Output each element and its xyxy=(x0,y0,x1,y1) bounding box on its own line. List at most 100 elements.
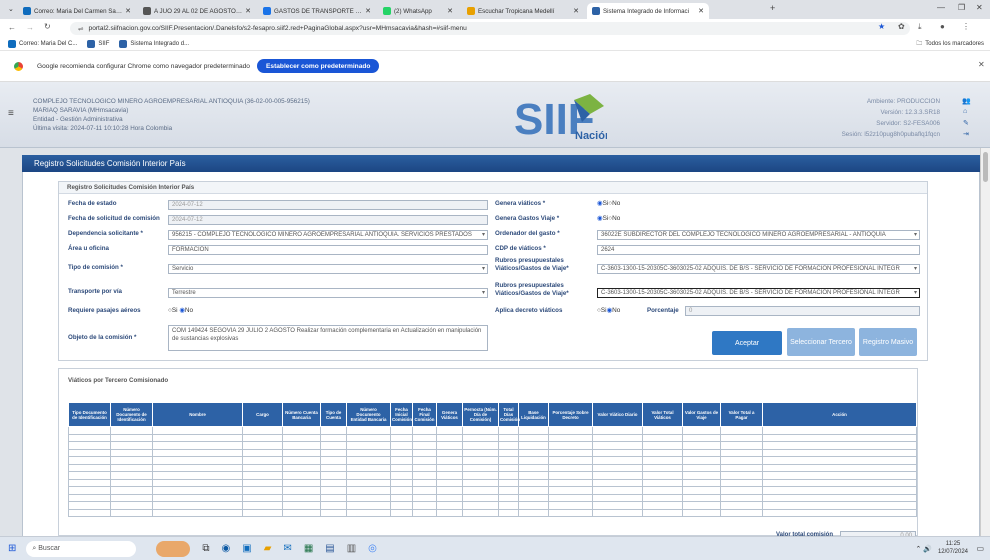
bookmark-sistema[interactable]: Sistema Integrado d... xyxy=(119,40,189,48)
table-cell xyxy=(498,441,519,450)
tab-close-icon[interactable]: ✕ xyxy=(698,7,704,15)
table-row[interactable] xyxy=(68,493,917,502)
bookmark-siif[interactable]: SIIF xyxy=(87,40,109,48)
edge-icon[interactable]: ◉ xyxy=(222,543,231,554)
taskbar-search[interactable]: ⌕ Buscar xyxy=(26,540,137,557)
profile-icon[interactable]: ● xyxy=(940,22,945,31)
table-cell xyxy=(720,508,763,517)
table-cell xyxy=(412,508,437,517)
table-row[interactable] xyxy=(68,433,917,442)
registro-masivo-button[interactable]: Registro Masivo xyxy=(859,328,917,356)
bookmark-star-icon[interactable]: ★ xyxy=(878,22,885,31)
minimize-icon[interactable]: — xyxy=(937,3,945,12)
dependencia-select[interactable]: 956215 - COMPLEJO TECNOLOGICO MINERO AGR… xyxy=(168,230,488,240)
table-cell xyxy=(436,456,463,465)
radio-no-label: No xyxy=(612,200,621,207)
table-row[interactable] xyxy=(68,508,917,517)
edit-icon[interactable]: ✎ xyxy=(963,119,969,127)
genera-viaticos-label: Genera viáticos * xyxy=(495,200,546,207)
tab-close-icon[interactable]: ✕ xyxy=(245,7,251,15)
url-text: portal2.siifnacion.gov.co/SIIF.Presentac… xyxy=(88,25,467,32)
site-info-icon[interactable]: ⇌ xyxy=(78,25,84,33)
url-input[interactable]: ⇌ portal2.siifnacion.gov.co/SIIF.Presenta… xyxy=(70,22,910,35)
menu-icon[interactable]: ⋮ xyxy=(962,22,970,31)
table-row[interactable] xyxy=(68,441,917,450)
table-cell xyxy=(592,508,643,517)
table-row[interactable] xyxy=(68,501,917,510)
outlook-icon[interactable]: ✉ xyxy=(283,543,291,554)
rubros1-select[interactable]: C-3603-1300-15-20305C-3603025-02 ADQUIS.… xyxy=(597,264,920,274)
scrollbar-thumb[interactable] xyxy=(983,152,988,182)
forward-icon[interactable]: → xyxy=(26,23,34,32)
transporte-select[interactable]: Terrestre xyxy=(168,288,488,298)
table-cell xyxy=(346,463,391,472)
cdp-field[interactable]: 2624 xyxy=(597,245,920,255)
table-cell xyxy=(242,493,283,502)
excel-icon[interactable]: ▦ xyxy=(304,543,313,554)
table-row[interactable] xyxy=(68,426,917,435)
hamburger-menu-icon[interactable]: ≡ xyxy=(8,108,14,119)
browser-tab[interactable]: (2) WhatsApp ✕ xyxy=(378,3,458,19)
browser-tab[interactable]: GASTOS DE TRANSPORTE - Dr... ✕ xyxy=(258,3,376,19)
table-row[interactable] xyxy=(68,486,917,495)
tab-search-chevron-icon[interactable]: ⌄ xyxy=(8,5,14,13)
tab-close-icon[interactable]: ✕ xyxy=(573,7,579,15)
task-view-icon[interactable]: ⧉ xyxy=(202,543,209,554)
browser-tab[interactable]: A JUO 29 AL 02 DE AGOSTO.pdf ✕ xyxy=(138,3,256,19)
table-cell xyxy=(412,501,437,510)
table-cell xyxy=(320,426,347,435)
home-icon[interactable]: ⌂ xyxy=(963,108,967,115)
all-bookmarks[interactable]: 🗀 Todos los marcadores xyxy=(916,39,984,49)
explorer-icon[interactable]: ▰ xyxy=(264,543,272,554)
browser-tab[interactable]: Escuchar Tropicana Medellí ✕ xyxy=(462,3,584,19)
table-cell xyxy=(592,486,643,495)
restore-icon[interactable]: ❐ xyxy=(958,3,965,12)
table-row[interactable] xyxy=(68,478,917,487)
area-field[interactable]: FORMACION xyxy=(168,245,488,255)
app-icon[interactable]: ▥ xyxy=(347,543,356,554)
folder-icon: 🗀 xyxy=(916,41,923,47)
widget-icon[interactable] xyxy=(156,540,191,557)
bookmark-correo[interactable]: Correo: Maria Del C... xyxy=(8,40,77,48)
table-row[interactable] xyxy=(68,463,917,472)
reload-icon[interactable]: ↻ xyxy=(44,22,51,31)
browser-tab[interactable]: Correo: Maria Del Carmen Sar... ✕ xyxy=(18,3,136,19)
tipo-comision-select[interactable]: Servicio xyxy=(168,264,488,274)
table-cell xyxy=(436,493,463,502)
tab-close-icon[interactable]: ✕ xyxy=(365,7,371,15)
scrollbar[interactable] xyxy=(980,148,990,536)
store-icon[interactable]: ▣ xyxy=(242,543,251,554)
browser-tab[interactable]: Sistema Integrado de Informaci ✕ xyxy=(587,3,709,19)
tray-icons[interactable]: ⌃ 🔊 xyxy=(915,545,932,553)
infobar-close-icon[interactable]: ✕ xyxy=(978,60,985,69)
extensions-icon[interactable]: ✿ xyxy=(898,22,905,31)
new-tab-button[interactable]: + xyxy=(770,3,775,13)
chrome-taskbar-icon[interactable]: ◎ xyxy=(368,543,377,554)
tab-close-icon[interactable]: ✕ xyxy=(125,7,131,15)
users-icon[interactable]: 👥 xyxy=(962,97,971,105)
notifications-icon[interactable]: ▭ xyxy=(976,544,984,553)
tab-label: Escuchar Tropicana Medellí xyxy=(478,7,555,15)
rubros2-select[interactable]: C-3603-1300-15-20305C-3603025-02 ADQUIS.… xyxy=(597,288,920,298)
table-cell xyxy=(320,493,347,502)
table-row[interactable] xyxy=(68,471,917,480)
table-row[interactable] xyxy=(68,456,917,465)
table-cell xyxy=(242,471,283,480)
close-window-icon[interactable]: ✕ xyxy=(976,3,983,12)
set-default-button[interactable]: Establecer como predeterminado xyxy=(257,59,380,73)
seleccionar-tercero-button[interactable]: Seleccionar Tercero xyxy=(787,328,855,356)
ordenador-select[interactable]: 36022E SUBDIRECTOR DEL COMPLEJO TECNOLOG… xyxy=(597,230,920,240)
aceptar-button[interactable]: Aceptar xyxy=(712,331,782,355)
windows-start-icon[interactable]: ⊞ xyxy=(8,543,16,554)
clock[interactable]: 11:25 12/07/2024 xyxy=(938,540,968,556)
logout-icon[interactable]: ⇥ xyxy=(963,130,969,138)
table-cell xyxy=(346,508,391,517)
table-cell xyxy=(462,448,499,457)
word-icon[interactable]: ▤ xyxy=(325,543,334,554)
downloads-icon[interactable]: ⤓ xyxy=(918,22,922,32)
objeto-textarea[interactable]: COM 149424 SEGOVIA 29 JULIO 2 AGOSTO Rea… xyxy=(168,325,488,351)
back-icon[interactable]: ← xyxy=(8,23,16,32)
table-row[interactable] xyxy=(68,448,917,457)
transporte-label: Transporte por vía xyxy=(68,288,122,295)
tab-close-icon[interactable]: ✕ xyxy=(447,7,453,15)
